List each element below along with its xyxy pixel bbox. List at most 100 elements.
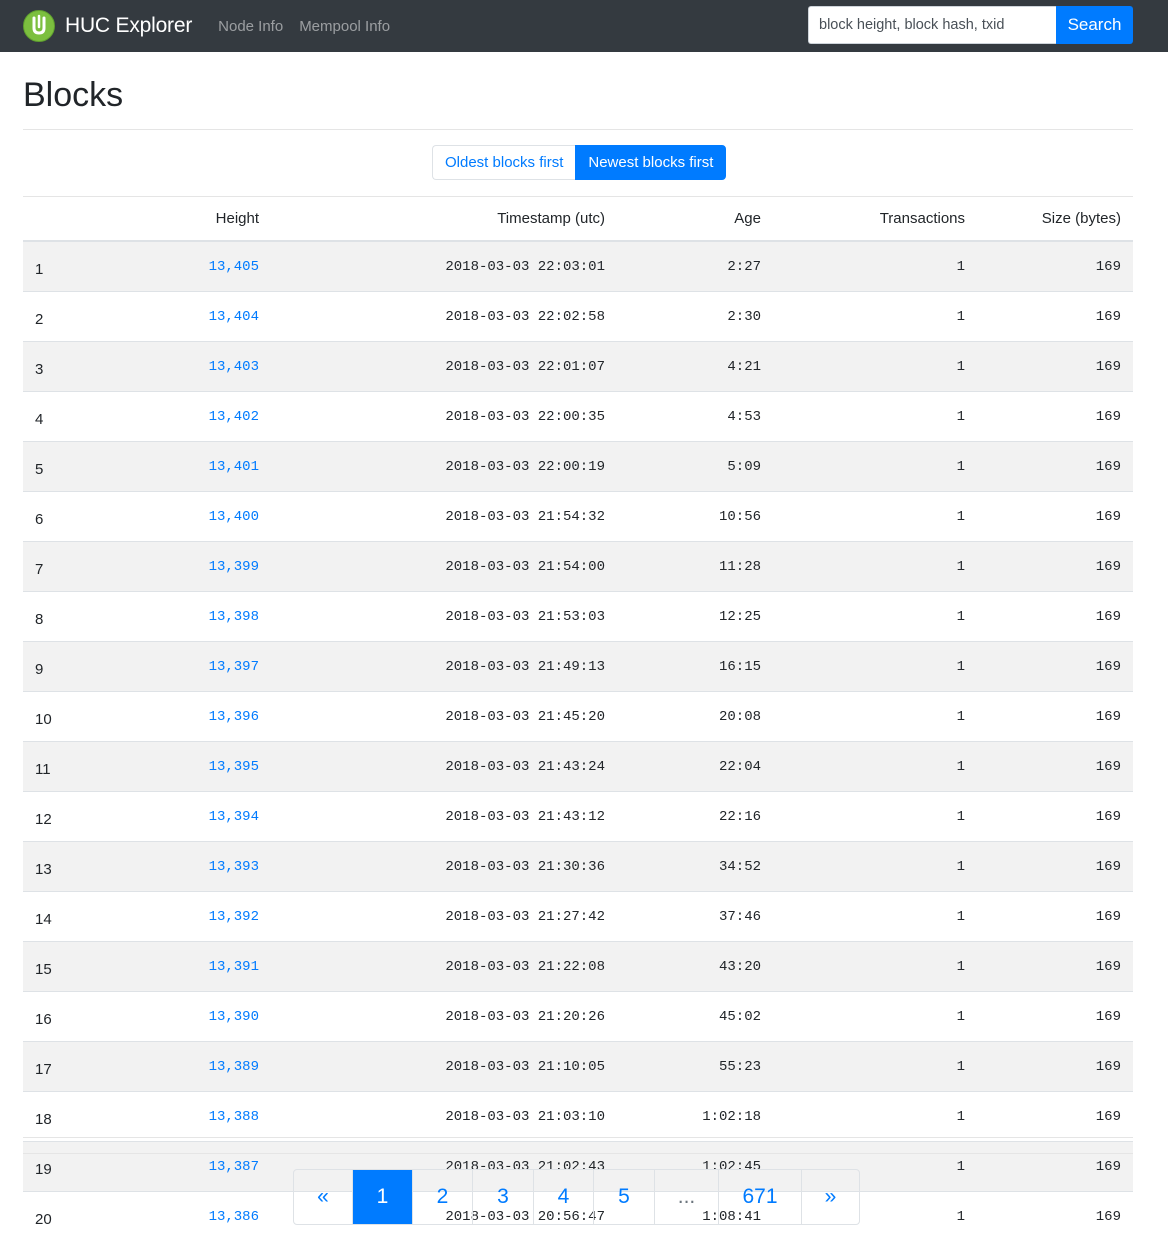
block-timestamp: 2018-03-03 21:49:13 xyxy=(445,658,605,675)
block-height-link[interactable]: 13,400 xyxy=(209,509,259,525)
block-age: 16:15 xyxy=(718,658,761,675)
table-row: 8 13,398 2018-03-03 21:53:03 12:25 1 169 xyxy=(23,591,1133,642)
table-row: 13 13,393 2018-03-03 21:30:36 34:52 1 169 xyxy=(23,841,1133,892)
block-height-link[interactable]: 13,392 xyxy=(209,909,259,925)
search-input[interactable] xyxy=(808,6,1056,44)
page-4-button[interactable]: 4 xyxy=(533,1170,593,1224)
block-size: 169 xyxy=(1095,758,1121,775)
table-row: 18 13,388 2018-03-03 21:03:10 1:02:18 1 169 xyxy=(23,1091,1133,1142)
block-height-link[interactable]: 13,401 xyxy=(209,459,259,475)
cell-tx: 1 xyxy=(773,541,977,592)
block-height-link[interactable]: 13,389 xyxy=(209,1059,259,1075)
cell-idx: 4 xyxy=(23,391,77,442)
cell-size: 169 xyxy=(977,591,1133,642)
cell-idx: 19 xyxy=(23,1141,77,1192)
cell-age: 55:23 xyxy=(617,1041,773,1092)
table-row: 7 13,399 2018-03-03 21:54:00 11:28 1 169 xyxy=(23,541,1133,592)
row-index: 1 xyxy=(35,261,44,278)
table-row: 15 13,391 2018-03-03 21:22:08 43:20 1 169 xyxy=(23,941,1133,992)
block-transactions: 1 xyxy=(956,1208,965,1225)
block-height-link[interactable]: 13,403 xyxy=(209,359,259,375)
cell-tx: 1 xyxy=(773,291,977,342)
cell-height: 13,393 xyxy=(77,841,271,892)
page-next-button[interactable]: » xyxy=(801,1170,859,1224)
page-2-button[interactable]: 2 xyxy=(412,1170,472,1224)
block-height-link[interactable]: 13,395 xyxy=(209,759,259,775)
cell-tx: 1 xyxy=(773,641,977,692)
row-index: 6 xyxy=(35,511,44,528)
col-header-age: Age xyxy=(617,197,773,242)
cell-tx: 1 xyxy=(773,741,977,792)
block-size: 169 xyxy=(1095,558,1121,575)
divider xyxy=(23,1153,1133,1154)
row-index: 17 xyxy=(35,1061,52,1078)
block-height-link[interactable]: 13,393 xyxy=(209,859,259,875)
cell-tx: 1 xyxy=(773,891,977,942)
block-timestamp: 2018-03-03 21:22:08 xyxy=(445,958,605,975)
col-header-index xyxy=(23,197,77,242)
block-age: 43:20 xyxy=(718,958,761,975)
sort-newest-button[interactable]: Newest blocks first xyxy=(575,145,727,180)
cell-size: 169 xyxy=(977,291,1133,342)
block-height-link[interactable]: 13,386 xyxy=(209,1209,259,1225)
block-height-link[interactable]: 13,387 xyxy=(209,1159,259,1175)
block-height-link[interactable]: 13,402 xyxy=(209,409,259,425)
search-button[interactable]: Search xyxy=(1056,6,1133,44)
block-transactions: 1 xyxy=(956,408,965,425)
block-size: 169 xyxy=(1095,1108,1121,1125)
block-timestamp: 2018-03-03 21:53:03 xyxy=(445,608,605,625)
sort-oldest-button[interactable]: Oldest blocks first xyxy=(432,145,576,180)
nav-link-node-info[interactable]: Node Info xyxy=(218,18,283,35)
cell-tx: 1 xyxy=(773,391,977,442)
page-1-button[interactable]: 1 xyxy=(352,1170,412,1224)
block-timestamp: 2018-03-03 22:03:01 xyxy=(445,258,605,275)
block-height-link[interactable]: 13,399 xyxy=(209,559,259,575)
cell-tx: 1 xyxy=(773,941,977,992)
cell-timestamp: 2018-03-03 21:49:13 xyxy=(271,641,617,692)
cell-idx: 8 xyxy=(23,591,77,642)
cell-size: 169 xyxy=(977,891,1133,942)
cell-size: 169 xyxy=(977,741,1133,792)
block-timestamp: 2018-03-03 21:45:20 xyxy=(445,708,605,725)
cell-idx: 6 xyxy=(23,491,77,542)
table-row: 9 13,397 2018-03-03 21:49:13 16:15 1 169 xyxy=(23,641,1133,692)
brand[interactable]: HUC Explorer xyxy=(23,10,192,42)
cell-size: 169 xyxy=(977,841,1133,892)
row-index: 16 xyxy=(35,1011,52,1028)
block-height-link[interactable]: 13,390 xyxy=(209,1009,259,1025)
block-transactions: 1 xyxy=(956,558,965,575)
cell-idx: 14 xyxy=(23,891,77,942)
cell-size: 169 xyxy=(977,691,1133,742)
cell-height: 13,387 xyxy=(77,1141,271,1192)
block-height-link[interactable]: 13,405 xyxy=(209,259,259,275)
cell-height: 13,402 xyxy=(77,391,271,442)
block-height-link[interactable]: 13,398 xyxy=(209,609,259,625)
block-height-link[interactable]: 13,391 xyxy=(209,959,259,975)
block-height-link[interactable]: 13,394 xyxy=(209,809,259,825)
block-height-link[interactable]: 13,388 xyxy=(209,1109,259,1125)
block-size: 169 xyxy=(1095,458,1121,475)
row-index: 18 xyxy=(35,1111,52,1128)
page-prev-button[interactable]: « xyxy=(294,1170,352,1224)
block-age: 4:21 xyxy=(727,358,761,375)
nav-link-mempool-info[interactable]: Mempool Info xyxy=(299,18,390,35)
block-size: 169 xyxy=(1095,358,1121,375)
row-index: 10 xyxy=(35,711,52,728)
row-index: 12 xyxy=(35,811,52,828)
page-5-button[interactable]: 5 xyxy=(593,1170,654,1224)
cell-timestamp: 2018-03-03 22:00:35 xyxy=(271,391,617,442)
block-timestamp: 2018-03-03 21:30:36 xyxy=(445,858,605,875)
cell-tx: 1 xyxy=(773,240,977,292)
block-height-link[interactable]: 13,396 xyxy=(209,709,259,725)
page-671-button[interactable]: 671 xyxy=(718,1170,801,1224)
cell-idx: 16 xyxy=(23,991,77,1042)
row-index: 11 xyxy=(35,761,51,778)
block-height-link[interactable]: 13,397 xyxy=(209,659,259,675)
cell-height: 13,396 xyxy=(77,691,271,742)
cell-age: 43:20 xyxy=(617,941,773,992)
cell-size: 169 xyxy=(977,541,1133,592)
row-index: 20 xyxy=(35,1211,52,1228)
block-height-link[interactable]: 13,404 xyxy=(209,309,259,325)
cell-size: 169 xyxy=(977,441,1133,492)
page-3-button[interactable]: 3 xyxy=(472,1170,533,1224)
